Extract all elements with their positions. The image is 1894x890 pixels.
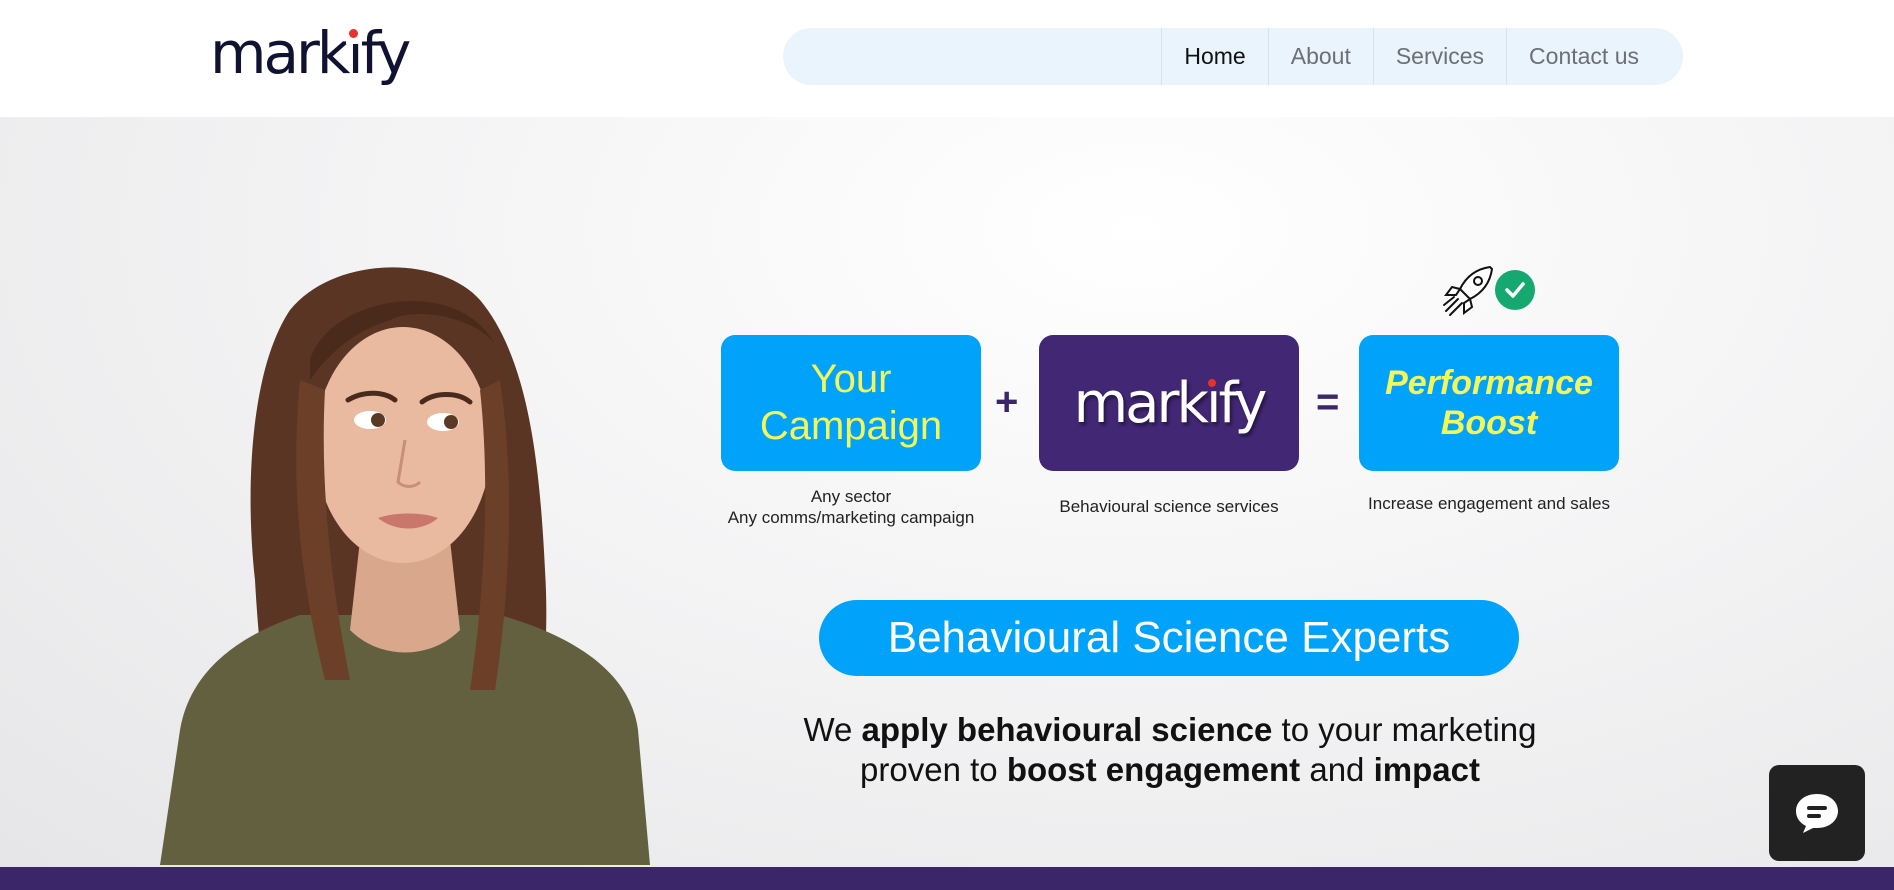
- campaign-caption-line1: Any sector: [810, 487, 892, 506]
- boost-line2: Boost: [1440, 404, 1538, 442]
- markify-box-logo: markıfy: [1073, 370, 1268, 436]
- campaign-line2: Campaign: [759, 404, 943, 448]
- tagline-part: and: [1300, 751, 1374, 788]
- nav-item-contact[interactable]: Contact us: [1506, 28, 1661, 85]
- tagline-line1: We apply behavioural science to your mar…: [740, 710, 1600, 750]
- campaign-line1: Your: [810, 357, 892, 401]
- boost-box-text: Performance Boost: [1385, 363, 1593, 443]
- main-nav: Home About Services Contact us: [783, 28, 1683, 85]
- tagline-line2: proven to boost engagement and impact: [740, 750, 1600, 790]
- tagline-part: We: [803, 711, 862, 748]
- chat-bubble-icon: [1796, 794, 1838, 833]
- chat-button[interactable]: [1769, 765, 1865, 861]
- markify-box: markıfy: [1039, 335, 1299, 471]
- tagline-bold: impact: [1373, 751, 1480, 788]
- campaign-caption: Any sector Any comms/marketing campaign: [700, 486, 1002, 528]
- equals-sign: =: [1316, 380, 1340, 424]
- hero-woman-image: [160, 267, 650, 865]
- campaign-box-text: Your Campaign: [760, 356, 942, 450]
- bottom-band: [0, 867, 1894, 890]
- performance-boost-box: Performance Boost: [1359, 335, 1619, 471]
- boost-line1: Performance: [1385, 364, 1593, 402]
- tagline-bold: boost engagement: [1006, 751, 1301, 788]
- markify-text-start: mark: [1073, 370, 1209, 436]
- hero-tagline: We apply behavioural science to your mar…: [740, 710, 1600, 790]
- tagline-part: to your marketing: [1272, 711, 1537, 748]
- markify-text-i: ı: [1205, 370, 1221, 436]
- nav-item-home[interactable]: Home: [1161, 28, 1267, 85]
- nav-items: Home About Services Contact us: [1161, 28, 1661, 85]
- logo-text-end: fy: [360, 19, 412, 87]
- site-header: markıfy Home About Services Contact us: [0, 0, 1894, 117]
- logo-text-i: ı: [346, 19, 364, 87]
- nav-item-services[interactable]: Services: [1372, 28, 1506, 85]
- tagline-part: proven to: [860, 751, 1007, 788]
- site-logo[interactable]: markıfy: [210, 18, 412, 88]
- campaign-box: Your Campaign: [721, 335, 981, 471]
- markify-caption: Behavioural science services: [1059, 497, 1279, 516]
- tagline-bold: apply behavioural science: [861, 711, 1273, 748]
- markify-text-end: fy: [1218, 370, 1268, 436]
- nav-item-about[interactable]: About: [1267, 28, 1373, 85]
- boost-caption: Increase engagement and sales: [1368, 494, 1610, 513]
- rocket-icon: [1443, 265, 1494, 316]
- check-mark-icon: [1505, 282, 1525, 298]
- plus-sign: +: [995, 380, 1019, 424]
- check-circle-icon: [1495, 270, 1535, 310]
- behavioural-science-pill: Behavioural Science Experts: [819, 600, 1519, 676]
- logo-text-start: mark: [210, 19, 350, 87]
- campaign-caption-line2: Any comms/marketing campaign: [727, 508, 975, 527]
